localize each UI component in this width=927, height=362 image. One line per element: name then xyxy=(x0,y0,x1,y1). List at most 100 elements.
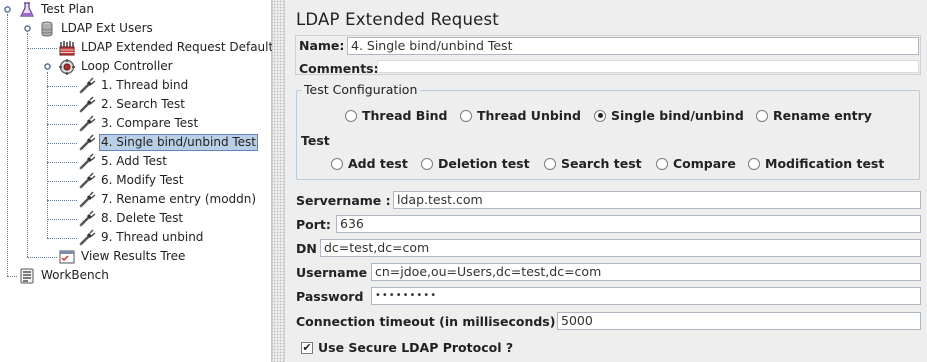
dn-field[interactable]: dc=test,dc=com xyxy=(320,239,921,257)
radio-circle-icon xyxy=(748,157,760,170)
radio-circle-icon xyxy=(345,109,357,122)
radio-circle-icon xyxy=(544,157,556,170)
checkbox-checked-icon: ✔ xyxy=(301,340,313,354)
tree-item-ldap-ext-users[interactable]: LDAP Ext Users xyxy=(38,19,155,38)
radio-label: Compare xyxy=(673,156,736,171)
tree-item-label: View Results Tree xyxy=(81,249,186,263)
tree-item-label: 7. Rename entry (moddn) xyxy=(101,192,257,206)
workbench-icon xyxy=(20,268,34,283)
radio-circle-icon xyxy=(460,109,472,122)
tree-item-label: 6. Modify Test xyxy=(101,173,184,187)
radio-deletion-test[interactable]: Deletion test xyxy=(421,156,530,171)
sampler-pipette-icon xyxy=(79,134,96,150)
tree-item-label: 1. Thread bind xyxy=(101,78,189,92)
test-configuration-legend: Test Configuration xyxy=(301,82,421,97)
name-field[interactable]: 4. Single bind/unbind Test xyxy=(347,37,919,55)
comments-label: Comments: xyxy=(299,61,379,76)
radio-label: Rename entry xyxy=(773,108,872,123)
radio-modification-test[interactable]: Modification test xyxy=(748,156,884,171)
tree-item-sampler[interactable]: 1. Thread bind xyxy=(78,76,190,95)
tree-item-view-results-tree[interactable]: View Results Tree xyxy=(58,247,187,266)
tree-item-ldap-extended-request-defaults[interactable]: LDAP Extended Request Defaults xyxy=(58,38,281,57)
comments-field[interactable] xyxy=(377,60,919,73)
test-plan-icon xyxy=(20,1,34,17)
panel-title: LDAP Extended Request xyxy=(296,10,499,29)
test-label: Test xyxy=(301,133,330,148)
expand-handle-icon[interactable] xyxy=(23,24,32,33)
thread-group-icon xyxy=(41,21,53,36)
tree-item-test-plan[interactable]: Test Plan xyxy=(18,0,96,19)
tree-item-label: 2. Search Test xyxy=(101,97,185,111)
use-secure-ldap-checkbox[interactable]: ✔ Use Secure LDAP Protocol ? xyxy=(301,340,513,355)
sampler-pipette-icon xyxy=(79,153,96,169)
sampler-pipette-icon xyxy=(79,191,96,207)
sampler-pipette-icon xyxy=(79,229,96,245)
sampler-pipette-icon xyxy=(79,172,96,188)
tree-item-label: LDAP Ext Users xyxy=(61,21,153,35)
tree-item-label: LDAP Extended Request Defaults xyxy=(81,40,280,54)
radio-compare[interactable]: Compare xyxy=(656,156,736,171)
tree-item-sampler[interactable]: 7. Rename entry (moddn) xyxy=(78,190,258,209)
results-tree-icon xyxy=(59,250,75,263)
tree-item-loop-controller[interactable]: Loop Controller xyxy=(58,57,175,76)
tree-item-sampler[interactable]: 2. Search Test xyxy=(78,95,187,114)
radio-circle-icon xyxy=(656,157,668,170)
radio-thread-bind[interactable]: Thread Bind xyxy=(345,108,447,123)
servername-field[interactable]: ldap.test.com xyxy=(393,191,921,209)
radio-label: Thread Bind xyxy=(362,108,448,123)
sampler-pipette-icon xyxy=(79,115,96,131)
username-label: Username xyxy=(296,265,368,280)
config-defaults-icon xyxy=(59,40,75,55)
radio-circle-icon xyxy=(756,109,768,122)
tree-item-label: 9. Thread unbind xyxy=(101,230,204,244)
sampler-pipette-icon xyxy=(79,210,96,226)
radio-label: Deletion test xyxy=(438,156,530,171)
radio-label: Modification test xyxy=(765,156,885,171)
radio-label: Add test xyxy=(348,156,408,171)
radio-add-test[interactable]: Add test xyxy=(331,156,408,171)
split-pane-divider[interactable] xyxy=(272,0,285,362)
port-label: Port: xyxy=(296,217,331,232)
radio-rename-entry[interactable]: Rename entry xyxy=(756,108,872,123)
radio-label: Single bind/unbind xyxy=(611,108,744,123)
connection-timeout-label: Connection timeout (in milliseconds) xyxy=(296,314,556,329)
tree-item-sampler[interactable]: 8. Delete Test xyxy=(78,209,185,228)
password-label: Password xyxy=(296,289,364,304)
sampler-pipette-icon xyxy=(79,77,96,93)
tree-item-sampler[interactable]: 6. Modify Test xyxy=(78,171,185,190)
tree-item-sampler[interactable]: 5. Add Test xyxy=(78,152,169,171)
tree-item-sampler[interactable]: 3. Compare Test xyxy=(78,114,200,133)
use-secure-ldap-label: Use Secure LDAP Protocol ? xyxy=(318,340,514,355)
expand-handle-icon[interactable] xyxy=(43,62,52,71)
radio-search-test[interactable]: Search test xyxy=(544,156,642,171)
expand-handle-icon[interactable] xyxy=(3,5,12,14)
name-label: Name: xyxy=(299,38,345,53)
tree-item-label: 4. Single bind/unbind Test xyxy=(99,134,259,151)
tree-item-label: 5. Add Test xyxy=(101,154,167,168)
port-field[interactable]: 636 xyxy=(336,215,921,233)
tree-item-label: Loop Controller xyxy=(81,59,173,73)
ldap-extended-request-panel: LDAP Extended Request Name: 4. Single bi… xyxy=(285,0,927,362)
tree-item-workbench[interactable]: WorkBench xyxy=(18,266,111,285)
radio-circle-icon xyxy=(421,157,433,170)
radio-selected-icon xyxy=(594,109,606,122)
tree-item-label: WorkBench xyxy=(41,268,109,282)
tree-item-sampler[interactable]: 9. Thread unbind xyxy=(78,228,205,247)
servername-label: Servername : xyxy=(296,193,391,208)
username-field[interactable]: cn=jdoe,ou=Users,dc=test,dc=com xyxy=(371,263,921,281)
dn-label: DN xyxy=(296,241,317,256)
radio-label: Thread Unbind xyxy=(477,108,581,123)
sampler-pipette-icon xyxy=(79,96,96,112)
radio-circle-icon xyxy=(331,157,343,170)
radio-thread-unbind[interactable]: Thread Unbind xyxy=(460,108,581,123)
radio-label: Search test xyxy=(561,156,642,171)
loop-controller-icon xyxy=(59,58,75,75)
tree-item-sampler-selected[interactable]: 4. Single bind/unbind Test xyxy=(78,133,259,152)
tree-item-label: Test Plan xyxy=(41,2,94,16)
password-field[interactable]: ••••••••• xyxy=(371,287,921,305)
radio-single-bind-unbind[interactable]: Single bind/unbind xyxy=(594,108,744,123)
test-plan-tree[interactable]: Test Plan LDAP Ext Users LDAP Extended R… xyxy=(0,0,279,362)
tree-item-label: 3. Compare Test xyxy=(101,116,199,130)
connection-timeout-field[interactable]: 5000 xyxy=(557,312,921,330)
tree-item-label: 8. Delete Test xyxy=(101,211,184,225)
